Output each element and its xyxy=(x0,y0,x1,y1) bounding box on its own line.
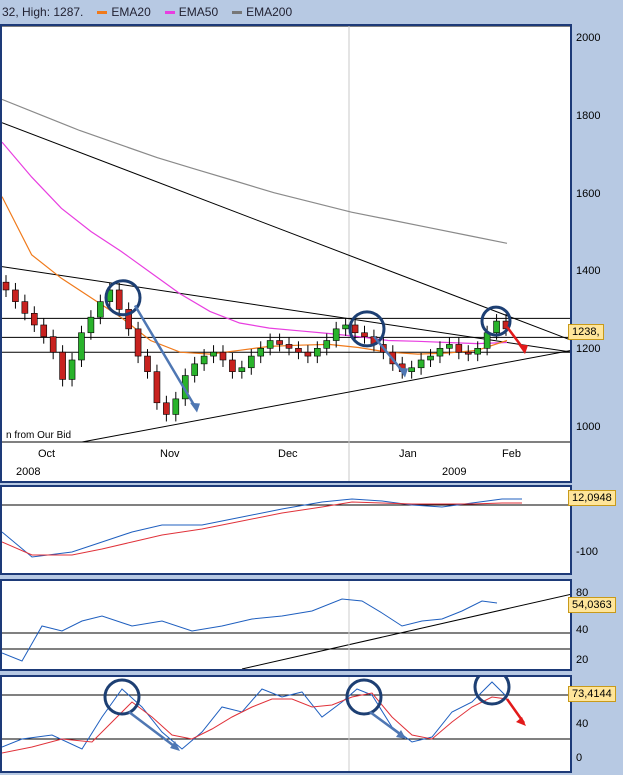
last-price-badge: 1238, xyxy=(568,324,604,340)
indicator-3-badge: 73,4144 xyxy=(568,686,616,702)
candle-body-21 xyxy=(200,355,208,365)
candle-body-14 xyxy=(134,328,142,357)
candle-body-6 xyxy=(59,351,66,380)
x-label-2008: 2008 xyxy=(16,466,41,478)
candle-body-31 xyxy=(295,348,302,353)
candle-body-1 xyxy=(12,289,19,302)
y-tick-1600: 1600 xyxy=(576,187,601,200)
candle-body-30 xyxy=(285,344,293,349)
candle-body-37 xyxy=(351,324,359,334)
ema50-line xyxy=(2,141,508,345)
indicator-2-tick-80: 80 xyxy=(576,587,589,599)
candle-body-26 xyxy=(247,355,255,369)
candle-body-20 xyxy=(191,363,198,376)
indicator-2-tick-40: 40 xyxy=(576,624,589,636)
price-readout: 32, High: 1287. xyxy=(2,5,84,19)
y-tick-2000: 2000 xyxy=(576,32,601,44)
candle-body-48 xyxy=(455,344,463,353)
candle-body-25 xyxy=(238,367,246,372)
candle-body-23 xyxy=(219,351,227,361)
indicator-panel-3[interactable] xyxy=(0,675,572,773)
indicator-1-svg xyxy=(2,498,570,558)
x-label-oct: Oct xyxy=(38,448,56,460)
legend-ema200: EMA200 xyxy=(232,5,292,19)
candle-body-9 xyxy=(87,316,95,334)
candle-body-36 xyxy=(342,324,349,330)
y-tick-1800: 1800 xyxy=(576,109,601,122)
x-label-dec: Dec xyxy=(278,448,298,460)
candle-body-4 xyxy=(40,324,48,337)
price-chart-svg xyxy=(2,26,570,481)
indicator-1-badge: 12,0948 xyxy=(568,490,616,506)
candle-body-18 xyxy=(172,398,180,415)
y-tick-1200: 1200 xyxy=(576,343,601,356)
legend-ema20: EMA20 xyxy=(97,5,151,19)
down-arrow-1 xyxy=(133,304,197,408)
candle-body-7 xyxy=(68,359,76,380)
y-tick-1000: 1000 xyxy=(576,421,601,433)
ema20-line xyxy=(2,196,508,355)
candle-body-52 xyxy=(493,320,500,334)
candle-body-33 xyxy=(314,348,321,357)
candle-body-15 xyxy=(144,355,151,372)
candle-body-35 xyxy=(332,328,340,341)
down-arrow-2 xyxy=(373,335,404,373)
candle-body-8 xyxy=(78,332,85,361)
x-label-nov: Nov xyxy=(160,448,180,460)
indicator-2-tick-20: 20 xyxy=(576,654,589,666)
indicator-1-tick: -100 xyxy=(576,546,599,558)
candle-body-51 xyxy=(483,332,491,349)
candle-body-16 xyxy=(153,371,161,404)
price-panel[interactable]: n from Our Bid Oct Nov Dec Jan Feb 2008 … xyxy=(0,24,572,483)
indicator-2-svg xyxy=(2,581,570,669)
candle-body-27 xyxy=(257,348,265,357)
indicator-3-svg xyxy=(2,677,570,771)
chart-legend: 32, High: 1287. EMA20 EMA50 EMA200 xyxy=(0,0,572,24)
candle-body-5 xyxy=(49,336,57,353)
candle-body-0 xyxy=(2,281,10,291)
candle-body-45 xyxy=(427,355,434,361)
candle-body-17 xyxy=(163,402,170,415)
y-tick-1400: 1400 xyxy=(576,265,601,278)
candle-body-22 xyxy=(210,351,217,357)
candle-body-43 xyxy=(408,367,415,372)
candle-body-50 xyxy=(474,348,481,355)
candle-body-47 xyxy=(446,344,453,349)
candle-body-3 xyxy=(31,312,38,326)
indicator-panel-1[interactable] xyxy=(0,485,572,575)
price-axis xyxy=(572,0,623,483)
candle-body-38 xyxy=(361,332,368,337)
candle-body-32 xyxy=(304,351,312,357)
candle-body-44 xyxy=(417,359,425,369)
legend-ema50: EMA50 xyxy=(164,5,218,19)
trendline-down xyxy=(2,122,570,341)
candle-body-24 xyxy=(229,359,236,372)
candle-body-12 xyxy=(115,289,123,310)
candle-body-49 xyxy=(464,351,472,355)
down-arrow-1-head xyxy=(190,402,200,413)
indicator-2-badge: 54,0363 xyxy=(568,597,616,613)
indicator-panel-2[interactable] xyxy=(0,579,572,671)
candle-body-34 xyxy=(323,340,331,349)
x-label-jan: Jan xyxy=(399,448,417,460)
x-label-2009: 2009 xyxy=(442,466,467,478)
x-label-feb: Feb xyxy=(502,448,521,460)
candle-body-29 xyxy=(276,340,283,345)
candle-body-2 xyxy=(21,301,29,314)
indicator-3-tick-0: 0 xyxy=(576,752,583,764)
candle-body-28 xyxy=(266,340,274,349)
candle-body-46 xyxy=(436,348,444,357)
down-arrow-2-head xyxy=(398,367,408,378)
candle-body-10 xyxy=(97,301,104,318)
indicator-3-tick-40: 40 xyxy=(576,718,589,730)
chart-note: n from Our Bid xyxy=(6,430,72,441)
